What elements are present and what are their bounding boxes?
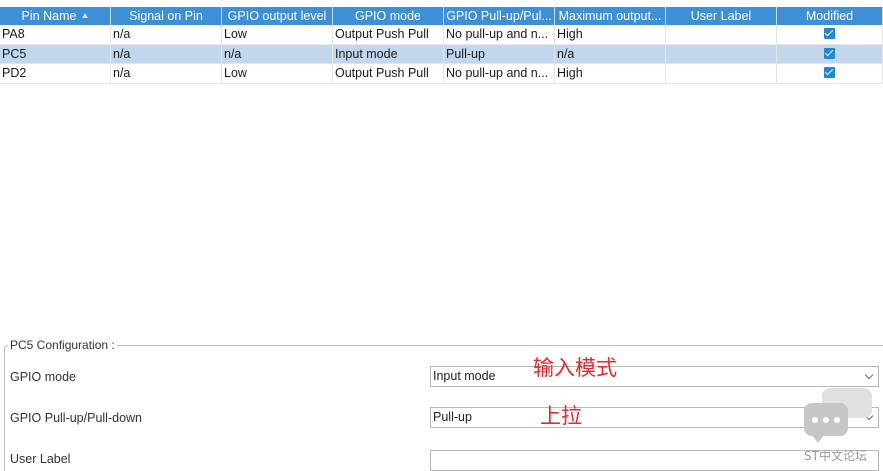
gpio-pull-label: GPIO Pull-up/Pull-down <box>10 411 143 425</box>
column-header-pin-name[interactable]: Pin Name <box>0 7 111 25</box>
pull-cell: No pull-up and n... <box>444 64 555 83</box>
pin-configuration-table: Pin Name Signal on Pin GPIO output level… <box>0 7 883 84</box>
modified-cell <box>777 44 883 64</box>
table-row[interactable]: PA8 n/a Low Output Push Pull No pull-up … <box>0 25 883 45</box>
output-level-cell: Low <box>222 64 333 83</box>
column-header-output-level[interactable]: GPIO output level <box>222 7 333 25</box>
table-header: Pin Name Signal on Pin GPIO output level… <box>0 7 883 25</box>
pull-cell: No pull-up and n... <box>444 25 555 44</box>
max-speed-cell: High <box>555 25 666 44</box>
column-header-label: User Label <box>690 9 752 23</box>
table-row[interactable]: PD2 n/a Low Output Push Pull No pull-up … <box>0 64 883 84</box>
column-header-label: GPIO output level <box>227 9 327 23</box>
gpio-mode-value: Input mode <box>433 369 496 383</box>
pin-name-cell: PC5 <box>0 44 111 64</box>
column-header-user-label[interactable]: User Label <box>666 7 777 25</box>
gpio-mode-cell: Output Push Pull <box>333 64 444 83</box>
user-label-cell <box>666 64 777 83</box>
column-header-label: Pin Name <box>21 9 77 23</box>
pin-name-cell: PD2 <box>0 64 111 83</box>
user-label-cell <box>666 25 777 44</box>
user-label-cell <box>666 44 777 64</box>
column-header-signal[interactable]: Signal on Pin <box>111 7 222 25</box>
user-label-label: User Label <box>10 452 71 466</box>
column-header-gpio-mode[interactable]: GPIO mode <box>333 7 444 25</box>
max-speed-cell: High <box>555 64 666 83</box>
output-level-cell: n/a <box>222 44 333 64</box>
gpio-mode-cell: Output Push Pull <box>333 25 444 44</box>
column-header-label: GPIO mode <box>355 9 421 23</box>
column-header-label: Maximum output... <box>558 9 662 23</box>
output-level-cell: Low <box>222 25 333 44</box>
gpio-mode-cell: Input mode <box>333 44 444 64</box>
max-speed-cell: n/a <box>555 44 666 64</box>
group-title: PC5 Configuration : <box>8 338 117 352</box>
pull-cell: Pull-up <box>444 44 555 64</box>
annotation-pull-up: 上拉 <box>540 404 582 428</box>
column-header-modified[interactable]: Modified <box>777 7 883 25</box>
dot <box>812 417 818 423</box>
chevron-down-icon <box>864 370 874 380</box>
pin-name-cell: PA8 <box>0 25 111 44</box>
signal-cell: n/a <box>111 44 222 64</box>
dot <box>823 417 829 423</box>
modified-cell <box>777 64 883 83</box>
column-header-pull[interactable]: GPIO Pull-up/Pul... <box>444 7 555 25</box>
watermark-text: ST中文论坛 <box>804 449 867 463</box>
checkbox-checked-icon[interactable] <box>824 47 835 59</box>
annotation-input-mode: 输入模式 <box>533 356 617 380</box>
dot <box>834 417 840 423</box>
signal-cell: n/a <box>111 64 222 83</box>
checkbox-checked-icon[interactable] <box>824 28 835 39</box>
signal-cell: n/a <box>111 25 222 44</box>
table-row-selected[interactable]: PC5 n/a n/a Input mode Pull-up n/a <box>0 44 883 64</box>
column-header-label: GPIO Pull-up/Pul... <box>446 9 552 23</box>
gpio-mode-select[interactable]: Input mode <box>430 366 879 387</box>
column-header-label: Signal on Pin <box>129 9 203 23</box>
sort-ascending-icon <box>82 13 89 18</box>
gpio-mode-label: GPIO mode <box>10 370 76 384</box>
checkbox-checked-icon[interactable] <box>824 67 835 78</box>
gpio-pull-value: Pull-up <box>433 410 472 424</box>
column-header-label: Modified <box>805 9 854 23</box>
chat-bubble-icon <box>804 403 848 443</box>
column-header-max-output-speed[interactable]: Maximum output... <box>555 7 666 25</box>
modified-cell <box>777 25 883 44</box>
